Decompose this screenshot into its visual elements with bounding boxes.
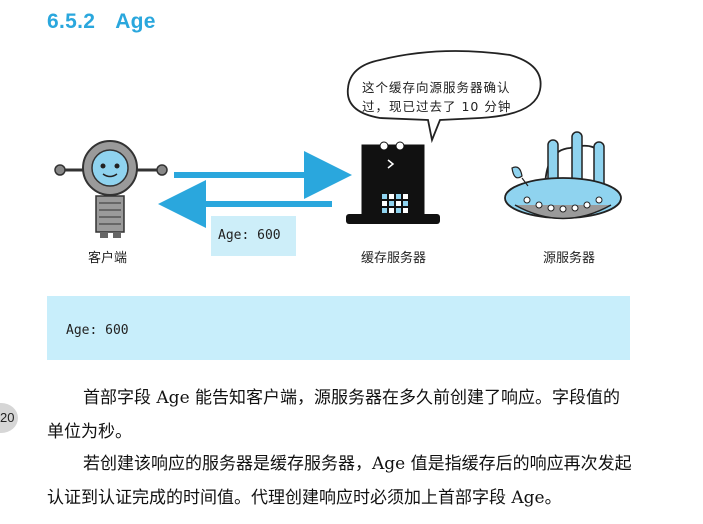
cache-server-label: 缓存服务器 bbox=[361, 251, 427, 266]
speech-bubble-line-1: 这个缓存向源服务器确认 bbox=[362, 80, 511, 95]
age-header-tag: Age: 600 bbox=[211, 216, 296, 256]
origin-server-icon bbox=[504, 131, 622, 220]
paragraph-2-text: 若创建该响应的服务器是缓存服务器，Age 值是指缓存后的响应再次发起认证到认证完… bbox=[47, 454, 632, 508]
client-robot-icon bbox=[54, 140, 168, 238]
origin-server-label: 源服务器 bbox=[543, 251, 596, 266]
speech-bubble-line-2: 过，现已过去了 10 分钟 bbox=[362, 99, 512, 114]
cache-server-icon bbox=[346, 141, 440, 224]
code-example: Age: 600 bbox=[47, 296, 630, 360]
page-number: 20 bbox=[0, 410, 15, 425]
client-label: 客户端 bbox=[88, 251, 128, 266]
paragraph-1-text: 首部字段 Age 能告知客户端，源服务器在多久前创建了响应。字段值的单位为秒。 bbox=[47, 388, 621, 442]
body-paragraph-1: 首部字段 Age 能告知客户端，源服务器在多久前创建了响应。字段值的单位为秒。 bbox=[47, 381, 637, 449]
body-paragraph-2: 若创建该响应的服务器是缓存服务器，Age 值是指缓存后的响应再次发起认证到认证完… bbox=[47, 447, 637, 515]
page-number-badge: 20 bbox=[0, 403, 18, 433]
